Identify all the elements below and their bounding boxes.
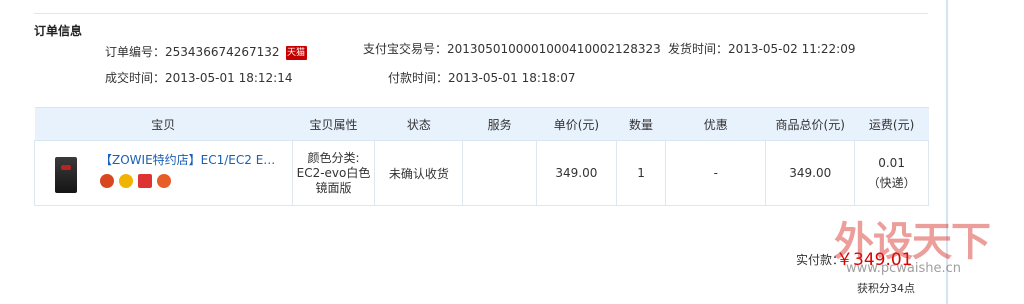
table-header-row: 宝贝 宝贝属性 状态 服务 单价(元) 数量 优惠 商品总价(元) 运费(元) [34, 107, 929, 141]
pay-time-value: 2013-05-01 18:18:07 [448, 71, 576, 85]
header-item: 宝贝 [34, 107, 293, 141]
service-icons [100, 173, 176, 189]
watermark-text: 外设天下 [834, 219, 991, 265]
genuine-icon[interactable] [157, 173, 171, 188]
ship-time-value: 2013-05-02 11:22:09 [728, 42, 856, 56]
props-line-3: 镜面版 [315, 180, 352, 195]
shipping-cell: 0.01 （快递） [854, 140, 929, 206]
service-cell [462, 140, 538, 206]
section-title: 订单信息 [34, 24, 83, 38]
product-title-link[interactable]: 【ZOWIE特约店】EC1/EC2 EV... [100, 151, 280, 168]
header-quantity: 数量 [616, 107, 666, 141]
ship-time-label: 发货时间： [668, 42, 729, 56]
header-service: 服务 [462, 107, 537, 141]
product-thumbnail[interactable] [55, 157, 77, 193]
header-props: 宝贝属性 [292, 107, 375, 141]
tmall-badge: 天猫 [285, 45, 307, 60]
props-cell: 颜色分类: EC2-evo白色 镜面版 [291, 140, 376, 206]
total-cell: 349.00 [765, 140, 856, 206]
top-divider [34, 13, 928, 14]
order-number-label: 订单编号： [105, 45, 166, 59]
header-total: 商品总价(元) [765, 107, 855, 141]
seven-day-return-icon[interactable] [100, 173, 114, 188]
order-items-table: 宝贝 宝贝属性 状态 服务 单价(元) 数量 优惠 商品总价(元) 运费(元) … [34, 107, 929, 206]
header-discount: 优惠 [665, 107, 766, 141]
deal-time-value: 2013-05-01 18:12:14 [165, 71, 293, 85]
shipping-fee: 0.01 [878, 155, 905, 170]
deal-time-label: 成交时间： [105, 71, 166, 85]
alipay-number-label: 支付宝交易号： [363, 42, 448, 56]
shipping-method: （快递） [867, 175, 916, 190]
gold-icon[interactable] [119, 173, 133, 188]
header-shipping: 运费(元) [854, 107, 929, 141]
alipay-number: 支付宝交易号：2013050100001000410002128323 [363, 40, 661, 57]
unit-price-cell: 349.00 [536, 140, 617, 206]
order-number-value: 253436674267132 [165, 45, 280, 59]
invoice-icon[interactable] [138, 173, 152, 188]
pay-time-label: 付款时间： [388, 71, 449, 85]
table-row: 【ZOWIE特约店】EC1/EC2 EV... 颜色分类: EC2-evo白色 … [34, 140, 929, 206]
discount-cell: - [665, 140, 767, 206]
status-cell: 未确认收货 [374, 140, 464, 206]
quantity-cell: 1 [615, 140, 667, 206]
watermark-url: www.pcwaishe.cn [846, 261, 961, 276]
order-number: 订单编号：253436674267132 天猫 [105, 43, 307, 60]
header-status: 状态 [374, 107, 463, 141]
watermark: 外设天下 www.pcwaishe.cn [834, 209, 1014, 299]
deal-time: 成交时间：2013-05-01 18:12:14 [105, 69, 292, 86]
header-unit-price: 单价(元) [536, 107, 617, 141]
item-cell: 【ZOWIE特约店】EC1/EC2 EV... [34, 140, 293, 206]
ship-time: 发货时间：2013-05-02 11:22:09 [668, 40, 855, 57]
props-line-1: 颜色分类: [307, 150, 360, 165]
alipay-number-value: 2013050100001000410002128323 [447, 42, 661, 56]
pay-time: 付款时间：2013-05-01 18:18:07 [388, 69, 575, 86]
props-line-2: EC2-evo白色 [296, 165, 371, 180]
